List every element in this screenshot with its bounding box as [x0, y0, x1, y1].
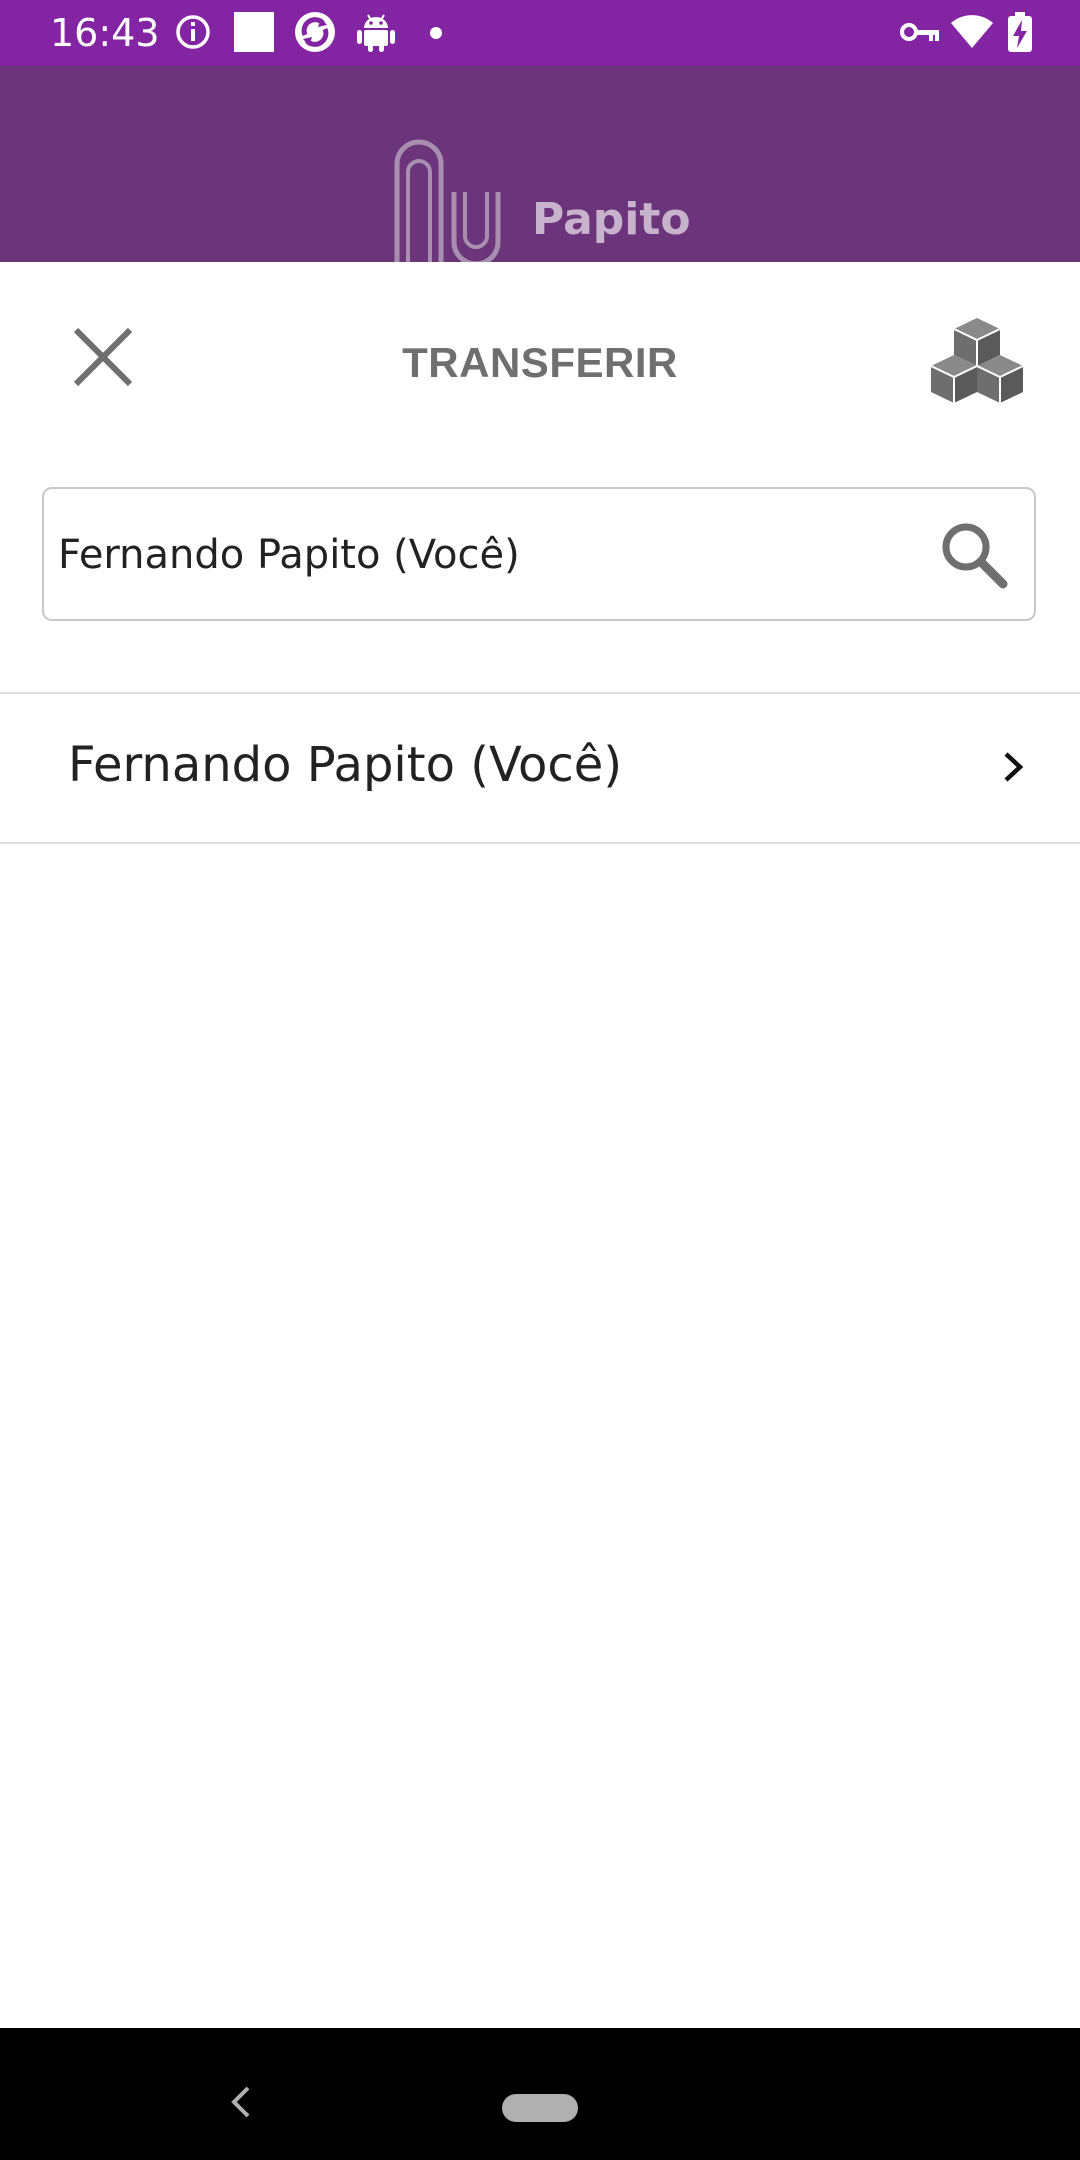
- close-button[interactable]: [62, 316, 144, 398]
- page-title: TRANSFERIR: [402, 339, 678, 386]
- battery-charging-icon: [1008, 12, 1032, 57]
- navigation-bar: [0, 2028, 1080, 2160]
- android-icon: [356, 12, 396, 57]
- search-icon[interactable]: [932, 513, 1018, 599]
- info-icon: [174, 13, 212, 56]
- back-icon[interactable]: [222, 2082, 258, 2122]
- cubes-icon: [930, 318, 1024, 403]
- close-icon: [73, 327, 133, 387]
- cubes-button[interactable]: [922, 314, 1032, 414]
- vpn-key-icon: [900, 20, 940, 49]
- search-input[interactable]: [56, 519, 920, 591]
- square-icon: [234, 12, 274, 57]
- list-divider: [0, 842, 1080, 844]
- brand-name: Papito: [532, 194, 691, 245]
- home-pill-icon[interactable]: [502, 2094, 578, 2122]
- status-time: 16:43: [50, 11, 160, 55]
- nu-logo-icon: [392, 124, 508, 269]
- search-field[interactable]: [42, 487, 1036, 621]
- chevron-right-icon: [996, 744, 1032, 790]
- sync-app-icon: [294, 11, 336, 58]
- status-bar: 16:43: [0, 0, 1080, 66]
- dot-icon: [430, 26, 442, 44]
- list-item[interactable]: Fernando Papito (Você): [0, 694, 1080, 842]
- wifi-icon: [950, 14, 994, 55]
- list-item-label: Fernando Papito (Você): [68, 737, 623, 793]
